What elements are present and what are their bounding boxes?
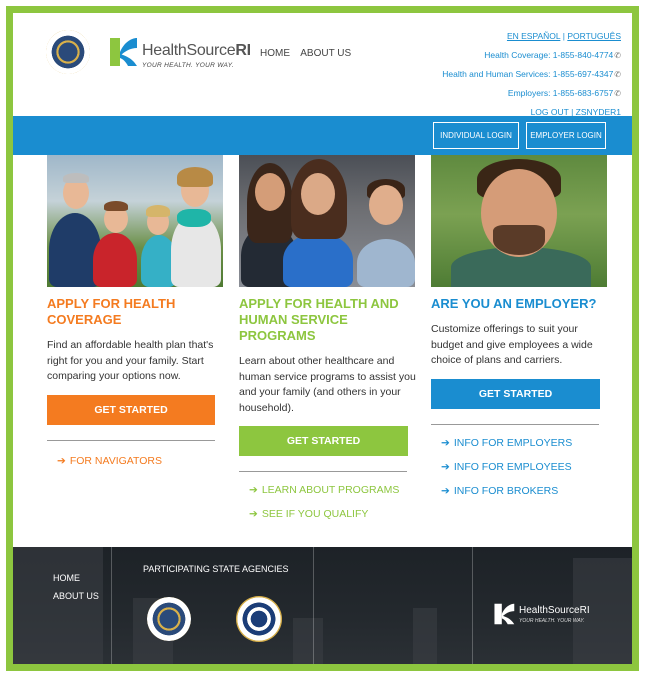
phone-icon: ✆ xyxy=(614,89,621,98)
info-for-employees-link[interactable]: ➔ INFO FOR EMPLOYEES xyxy=(441,461,608,473)
arrow-right-icon: ➔ xyxy=(441,484,450,497)
get-started-programs-button[interactable]: GET STARTED xyxy=(239,426,408,456)
healthsource-mark-icon xyxy=(494,603,515,625)
column-title: ARE YOU AN EMPLOYER? xyxy=(431,296,597,311)
skyline-building xyxy=(13,547,103,664)
individual-login-button[interactable]: INDIVIDUAL LOGIN xyxy=(433,122,519,149)
footer-logo-tagline: YOUR HEALTH. YOUR WAY. xyxy=(519,618,585,624)
divider xyxy=(431,423,599,425)
phone-icon: ✆ xyxy=(614,70,621,79)
login-bar: INDIVIDUAL LOGIN EMPLOYER LOGIN xyxy=(13,116,632,155)
lang-separator: | xyxy=(562,31,565,41)
site-header: HealthSourceRI YOUR HEALTH. YOUR WAY. HO… xyxy=(13,13,632,117)
healthsource-mark-icon xyxy=(110,38,137,66)
phone-health-human-services[interactable]: Health and Human Services: 1-855-697-434… xyxy=(442,65,621,84)
arrow-right-icon: ➔ xyxy=(441,436,450,449)
get-started-coverage-button[interactable]: GET STARTED xyxy=(47,394,215,425)
healthsource-logo[interactable]: HealthSourceRI YOUR HEALTH. YOUR WAY. xyxy=(108,34,251,74)
column-title: APPLY FOR HEALTH AND HUMAN SERVICE PROGR… xyxy=(239,296,399,343)
arrow-right-icon: ➔ xyxy=(249,508,258,520)
arrow-right-icon: ➔ xyxy=(57,454,66,467)
nav-about-us[interactable]: ABOUT US xyxy=(300,48,351,59)
footer-logo-name: HealthSource xyxy=(519,605,580,616)
top-nav: HOME ABOUT US xyxy=(260,48,359,59)
footer-divider xyxy=(111,547,112,664)
footer-home-link[interactable]: HOME xyxy=(53,569,99,587)
logo-tagline: YOUR HEALTH. YOUR WAY. xyxy=(142,62,234,69)
family-photo xyxy=(47,155,223,287)
footer-nav: HOME ABOUT US xyxy=(53,569,99,605)
employer-login-button[interactable]: EMPLOYER LOGIN xyxy=(526,122,606,149)
column-body: Find an affordable health plan that's ri… xyxy=(47,339,214,382)
column-body: Customize offerings to suit your budget … xyxy=(431,323,593,366)
learn-about-programs-link[interactable]: ➔ LEARN ABOUT PROGRAMS xyxy=(249,484,416,496)
for-navigators-link[interactable]: ➔ FOR NAVIGATORS xyxy=(57,455,224,467)
footer-about-us-link[interactable]: ABOUT US xyxy=(53,587,99,605)
skyline-building xyxy=(413,608,437,664)
state-seal-icon[interactable] xyxy=(147,597,191,641)
logo-suffix: RI xyxy=(235,42,251,59)
agencies-title: PARTICIPATING STATE AGENCIES xyxy=(143,564,289,574)
info-for-brokers-link[interactable]: ➔ INFO FOR BROKERS xyxy=(441,485,608,497)
state-seal-icon[interactable] xyxy=(46,30,90,74)
contact-info: EN ESPAÑOL | PORTUGUÊS Health Coverage: … xyxy=(442,27,621,122)
column-body: Learn about other healthcare and human s… xyxy=(239,355,416,414)
skyline-building xyxy=(293,618,323,664)
lang-espanol-link[interactable]: EN ESPAÑOL xyxy=(507,31,560,41)
executive-office-seal-icon[interactable] xyxy=(236,596,282,642)
mother-children-photo xyxy=(239,155,415,287)
get-started-employer-button[interactable]: GET STARTED xyxy=(431,378,600,409)
lang-portugues-link[interactable]: PORTUGUÊS xyxy=(567,31,621,41)
language-links: EN ESPAÑOL | PORTUGUÊS xyxy=(442,27,621,46)
health-coverage-column: APPLY FOR HEALTH COVERAGE Find an afford… xyxy=(47,155,224,467)
phone-employers[interactable]: Employers: 1-855-683-6757✆ xyxy=(442,84,621,103)
footer-divider xyxy=(472,547,473,664)
arrow-right-icon: ➔ xyxy=(249,484,258,496)
column-title: APPLY FOR HEALTH COVERAGE xyxy=(47,296,176,327)
footer-divider xyxy=(313,547,314,664)
phone-icon: ✆ xyxy=(614,51,621,60)
divider xyxy=(47,439,215,441)
arrow-right-icon: ➔ xyxy=(441,460,450,473)
info-for-employers-link[interactable]: ➔ INFO FOR EMPLOYERS xyxy=(441,437,608,449)
employer-column: ARE YOU AN EMPLOYER? Customize offerings… xyxy=(431,155,608,497)
nav-home[interactable]: HOME xyxy=(260,48,290,59)
logo-name: HealthSource xyxy=(142,42,236,59)
hhs-programs-column: APPLY FOR HEALTH AND HUMAN SERVICE PROGR… xyxy=(239,155,416,520)
see-if-you-qualify-link[interactable]: ➔ SEE IF YOU QUALIFY xyxy=(249,508,416,520)
divider xyxy=(239,471,407,472)
page-frame: HealthSourceRI YOUR HEALTH. YOUR WAY. HO… xyxy=(6,6,639,671)
site-footer: HOME ABOUT US PARTICIPATING STATE AGENCI… xyxy=(13,547,632,664)
footer-logo-suffix: RI xyxy=(579,605,590,616)
employer-photo xyxy=(431,155,607,287)
footer-healthsource-logo[interactable]: HealthSourceRI YOUR HEALTH. YOUR WAY. xyxy=(493,600,603,630)
phone-health-coverage[interactable]: Health Coverage: 1-855-840-4774✆ xyxy=(442,46,621,65)
